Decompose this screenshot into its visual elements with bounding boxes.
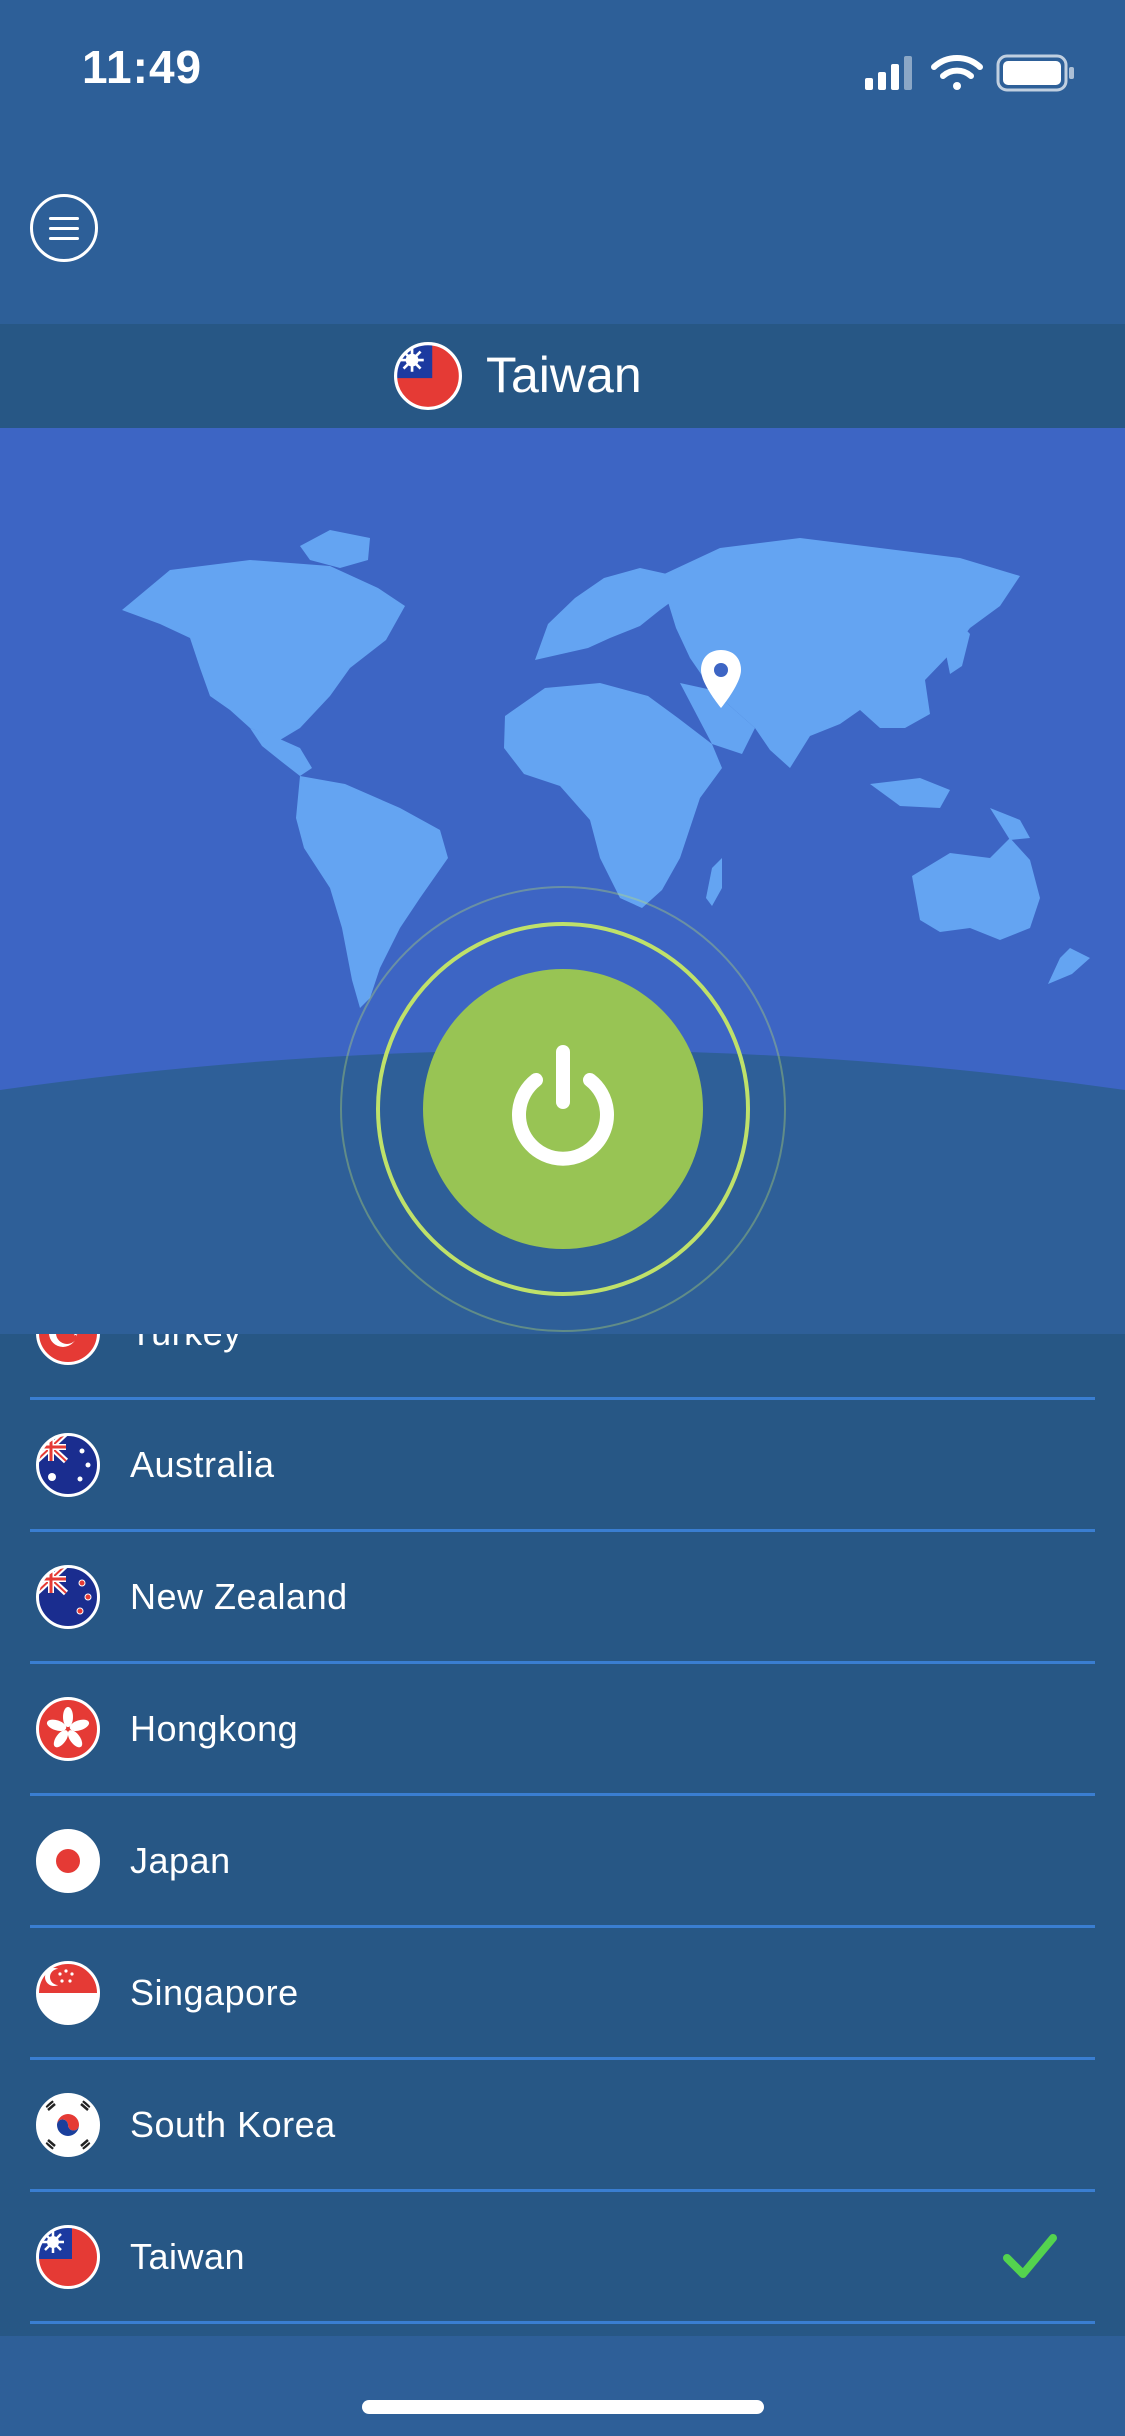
new-zealand-flag-icon [36, 1565, 100, 1629]
status-time: 11:49 [82, 41, 203, 93]
home-indicator-area [0, 2336, 1125, 2436]
country-row-turkey[interactable]: Turkey [30, 1334, 1095, 1400]
country-row-japan[interactable]: Japan [30, 1796, 1095, 1928]
battery-icon [996, 54, 1074, 92]
singapore-flag-icon [36, 1961, 100, 2025]
country-name: South Korea [130, 2104, 336, 2145]
status-icons [865, 54, 1074, 92]
country-name: Hongkong [130, 1708, 299, 1749]
status-bar: 11:49 [0, 0, 1125, 140]
home-indicator[interactable] [362, 2400, 764, 2414]
country-row-new-zealand[interactable]: New Zealand [30, 1532, 1095, 1664]
country-name: Australia [130, 1444, 275, 1485]
menu-button[interactable] [30, 194, 98, 262]
australia-flag-icon [36, 1433, 100, 1497]
checkmark-icon [1003, 2234, 1057, 2278]
country-row-taiwan[interactable]: Taiwan [30, 2192, 1095, 2324]
country-name: Japan [130, 1840, 231, 1881]
japan-flag-icon [36, 1829, 100, 1893]
cellular-signal-icon [865, 56, 912, 90]
taiwan-flag-icon [36, 2225, 100, 2289]
country-row-hongkong[interactable]: Hongkong [30, 1664, 1095, 1796]
hongkong-flag-icon [36, 1697, 100, 1761]
turkey-flag-icon [36, 1334, 100, 1365]
country-row-australia[interactable]: Australia [30, 1400, 1095, 1532]
country-name: New Zealand [130, 1576, 348, 1617]
country-row-singapore[interactable]: Singapore [30, 1928, 1095, 2060]
country-name: Turkey [130, 1334, 242, 1358]
country-name: Taiwan [130, 2236, 246, 2277]
connect-button[interactable] [338, 884, 788, 1334]
country-row-south-korea[interactable]: South Korea [30, 2060, 1095, 2192]
taiwan-flag-icon [394, 342, 462, 410]
wifi-icon [931, 55, 983, 90]
country-list[interactable]: Turkey Australia [0, 1334, 1125, 2336]
selected-server-name: Taiwan [486, 347, 642, 403]
country-name: Singapore [130, 1972, 299, 2013]
hamburger-menu-icon [49, 217, 79, 220]
south-korea-flag-icon [36, 2093, 100, 2157]
